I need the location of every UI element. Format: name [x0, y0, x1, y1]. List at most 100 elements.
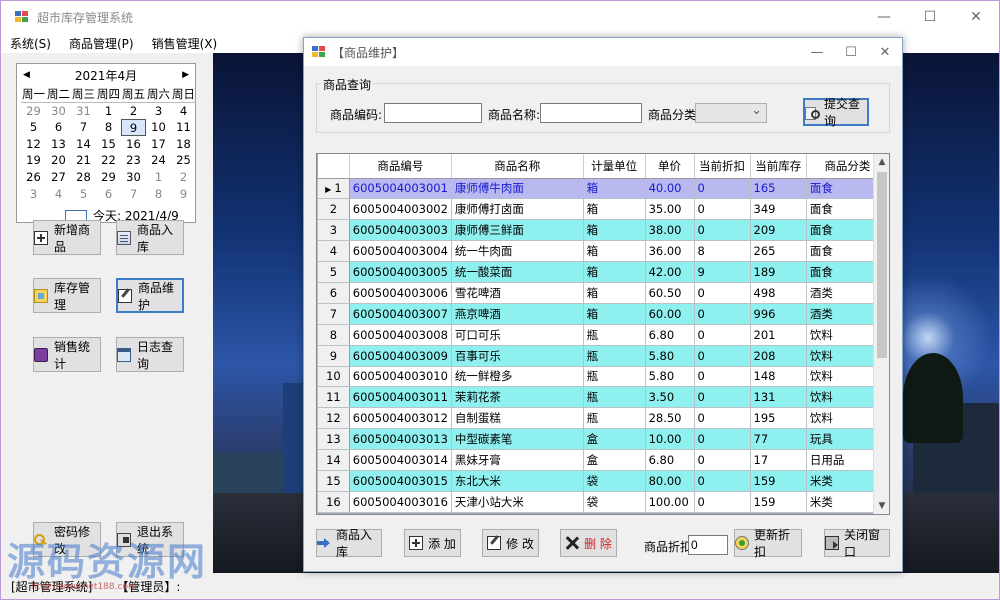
row-header[interactable]: 3 [317, 219, 350, 242]
calendar-day[interactable]: 19 [21, 152, 46, 169]
table-cell[interactable]: 箱 [582, 261, 646, 283]
row-header[interactable]: 4 [317, 240, 350, 263]
table-cell[interactable]: 3.50 [644, 386, 695, 409]
row-header[interactable]: 2 [317, 198, 350, 221]
calendar-day[interactable]: 9 [171, 186, 196, 203]
log-query-button[interactable]: 日志查询 [116, 337, 184, 372]
product-data-grid[interactable]: 商品编号 商品名称 计量单位 单价 当前折扣 当前库存 商品分类 ▶ 1 60050… [316, 153, 890, 515]
table-cell[interactable]: 0 [693, 323, 751, 346]
delete-button[interactable]: 删 除 [560, 529, 617, 557]
calendar-day[interactable]: 7 [121, 186, 146, 203]
table-row[interactable]: 14 6005004003014 黑妹牙膏盒 6.80 0 17 日用品 [317, 449, 889, 471]
table-cell[interactable]: 0 [693, 407, 751, 430]
table-cell[interactable]: 0 [693, 302, 751, 325]
table-cell[interactable]: 瓶 [582, 365, 646, 388]
calendar-day[interactable]: 27 [46, 169, 71, 186]
table-row[interactable]: 11 6005004003011 茉莉花茶瓶 3.50 0 131 饮料 [317, 386, 889, 409]
table-cell[interactable]: 80.00 [644, 469, 695, 492]
table-cell[interactable]: 6005004003012 [348, 407, 452, 430]
table-cell[interactable]: 9 [693, 261, 751, 283]
calendar-day[interactable]: 20 [46, 152, 71, 169]
table-cell[interactable]: 统一牛肉面 [450, 240, 584, 263]
table-cell[interactable]: 6005004003006 [348, 281, 452, 304]
calendar-day[interactable]: 9 [121, 119, 146, 136]
table-cell[interactable]: 袋 [582, 469, 646, 492]
table-row[interactable]: 3 6005004003003 康师傅三鲜面箱 38.00 0 209 面食 [317, 219, 889, 242]
table-cell[interactable]: 6005004003002 [348, 198, 452, 221]
table-cell[interactable]: 0 [693, 177, 751, 200]
table-cell[interactable]: 349 [749, 198, 807, 221]
stock-in-button[interactable]: 商品入库 [116, 220, 184, 255]
calendar-day[interactable]: 31 [71, 103, 96, 120]
table-cell[interactable]: 自制蛋糕 [450, 407, 584, 430]
next-month-icon[interactable]: ▶ [182, 70, 189, 80]
table-cell[interactable]: 60.50 [644, 281, 695, 304]
row-header[interactable]: 10 [317, 365, 350, 388]
table-cell[interactable]: 燕京啤酒 [450, 302, 584, 325]
calendar-day[interactable]: 23 [121, 152, 146, 169]
menu-product-management[interactable]: 商品管理(P) [60, 35, 143, 52]
table-row[interactable]: 15 6005004003015 东北大米袋 80.00 0 159 米类 [317, 469, 889, 492]
scroll-thumb[interactable] [877, 172, 887, 358]
product-name-input[interactable] [540, 103, 642, 123]
calendar-day[interactable]: 3 [146, 103, 171, 120]
table-cell[interactable]: 天津小站大米 [450, 490, 584, 513]
table-cell[interactable]: 瓶 [582, 344, 646, 367]
table-cell[interactable]: 袋 [582, 490, 646, 513]
add-button[interactable]: 添 加 [404, 529, 461, 557]
table-cell[interactable]: 盒 [582, 449, 646, 471]
table-cell[interactable]: 箱 [582, 219, 646, 242]
table-cell[interactable]: 201 [749, 323, 807, 346]
table-cell[interactable]: 189 [749, 261, 807, 283]
table-row[interactable]: 10 6005004003010 统一鲜橙多瓶 5.80 0 148 饮料 [317, 365, 889, 388]
table-cell[interactable]: 6005004003009 [348, 344, 452, 367]
table-cell[interactable]: 0 [693, 281, 751, 304]
table-cell[interactable]: 0 [693, 490, 751, 513]
calendar-day[interactable]: 26 [21, 169, 46, 186]
col-header-code[interactable]: 商品编号 [349, 154, 452, 179]
table-cell[interactable]: 10.00 [644, 428, 695, 451]
table-row[interactable]: 12 6005004003012 自制蛋糕瓶 28.50 0 195 饮料 [317, 407, 889, 430]
discount-input[interactable] [688, 535, 728, 555]
table-cell[interactable]: 159 [749, 490, 807, 513]
calendar-day[interactable]: 8 [96, 119, 121, 136]
edit-button[interactable]: 修 改 [482, 529, 539, 557]
calendar-day[interactable]: 29 [21, 103, 46, 120]
row-header[interactable]: 11 [317, 386, 350, 409]
table-row[interactable]: 5 6005004003005 统一酸菜面箱 42.00 9 189 面食 [317, 261, 889, 283]
table-cell[interactable]: 6005004003015 [348, 469, 452, 492]
calendar-day[interactable]: 6 [46, 119, 71, 136]
table-cell[interactable]: 6.80 [644, 449, 695, 471]
sales-stats-button[interactable]: 销售统计 [33, 337, 101, 372]
submit-query-button[interactable]: 提交查询 [803, 97, 869, 128]
calendar-day[interactable]: 29 [96, 169, 121, 186]
table-cell[interactable]: 5.80 [644, 344, 695, 367]
table-row[interactable]: 2 6005004003002 康师傅打卤面箱 35.00 0 349 面食 [317, 198, 889, 221]
table-cell[interactable]: 箱 [582, 240, 646, 263]
row-header[interactable]: 9 [317, 344, 350, 367]
calendar-day[interactable]: 3 [21, 186, 46, 203]
calendar-day[interactable]: 21 [71, 152, 96, 169]
table-row[interactable]: 4 6005004003004 统一牛肉面箱 36.00 8 265 面食 [317, 240, 889, 263]
table-cell[interactable]: 100.00 [644, 490, 695, 513]
row-header[interactable]: 12 [317, 407, 350, 430]
calendar-day[interactable]: 25 [171, 152, 196, 169]
table-row[interactable]: 7 6005004003007 燕京啤酒箱 60.00 0 996 酒类 [317, 302, 889, 325]
table-cell[interactable]: 77 [749, 428, 807, 451]
row-header[interactable]: 6 [317, 281, 350, 304]
table-cell[interactable]: 0 [693, 219, 751, 242]
table-cell[interactable]: 0 [693, 365, 751, 388]
table-cell[interactable]: 42.00 [644, 261, 695, 283]
col-header-discount[interactable]: 当前折扣 [694, 154, 751, 179]
menu-sales-management[interactable]: 销售管理(X) [143, 35, 227, 52]
table-cell[interactable]: 28.50 [644, 407, 695, 430]
table-cell[interactable]: 209 [749, 219, 807, 242]
table-cell[interactable]: 0 [693, 469, 751, 492]
table-row[interactable]: 6 6005004003006 雪花啤酒箱 60.50 0 498 酒类 [317, 281, 889, 304]
menu-system[interactable]: 系统(S) [1, 35, 60, 52]
table-row[interactable]: 13 6005004003013 中型碳素笔盒 10.00 0 77 玩具 [317, 428, 889, 451]
table-cell[interactable]: 6005004003004 [348, 240, 452, 263]
table-row[interactable]: 16 6005004003016 天津小站大米袋 100.00 0 159 米类 [317, 490, 889, 513]
scroll-up-icon[interactable]: ▲ [874, 154, 889, 170]
table-cell[interactable]: 60.00 [644, 302, 695, 325]
